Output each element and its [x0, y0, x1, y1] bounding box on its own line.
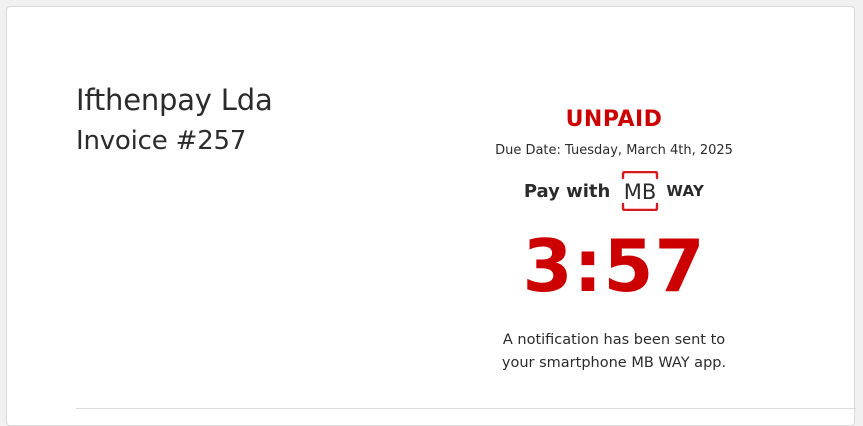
pay-with-row: Pay with MB WAY: [464, 171, 764, 211]
due-date: Due Date: Tuesday, March 4th, 2025: [495, 143, 733, 158]
status-badge: UNPAID: [565, 107, 663, 132]
notification-line-1: A notification has been sent to: [502, 332, 726, 348]
mbway-logo-icon: MB WAY: [618, 171, 704, 211]
notification-line-2: your smartphone MB WAY app.: [501, 355, 727, 371]
company-name: Ifthenpay Lda: [76, 83, 273, 117]
invoice-card: Ifthenpay Lda Invoice #257 UNPAID Due Da…: [6, 6, 856, 426]
notification-message: A notification has been sent to your sma…: [464, 329, 764, 375]
pay-with-label: Pay with: [523, 180, 611, 202]
divider: [76, 408, 856, 409]
mbway-mark-text: MB: [624, 180, 657, 204]
mbway-word: WAY: [666, 182, 705, 200]
invoice-number: Invoice #257: [76, 126, 247, 156]
countdown-timer: 3:57: [522, 224, 706, 308]
mbway-mark-icon: MB: [622, 171, 659, 211]
